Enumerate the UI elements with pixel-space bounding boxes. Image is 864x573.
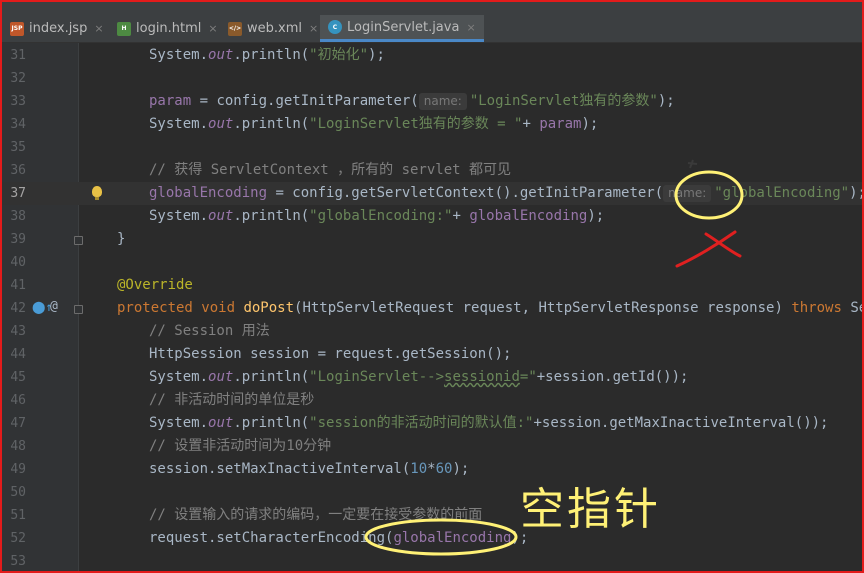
code-line: 36 // 获得 ServletContext ，所有的 servlet 都可见 xyxy=(2,159,862,182)
code-text: System.out.println("session的非活动时间的默认值:"+… xyxy=(149,415,829,431)
code-line: 42 ⬤↑ @ protected void doPost(HttpServle… xyxy=(2,297,862,320)
annotation-label: 空指针 xyxy=(520,484,661,535)
code-line: 44 HttpSession session = request.getSess… xyxy=(2,343,862,366)
close-icon[interactable]: × xyxy=(208,22,217,35)
code-line: 52 request.setCharacterEncoding(globalEn… xyxy=(2,527,862,550)
java-class-icon: C xyxy=(328,20,342,34)
lightbulb-icon[interactable] xyxy=(92,186,102,200)
line-number: 47 xyxy=(10,416,26,431)
line-number: 46 xyxy=(10,393,26,408)
code-text: HttpSession session = request.getSession… xyxy=(149,346,512,362)
code-line: 41 @Override xyxy=(2,274,862,297)
line-number: 53 xyxy=(10,554,26,569)
code-line: 47 System.out.println("session的非活动时间的默认值… xyxy=(2,412,862,435)
close-icon[interactable]: × xyxy=(466,21,475,34)
code-line: 38 System.out.println("globalEncoding:"+… xyxy=(2,205,862,228)
code-line: 50 xyxy=(2,481,862,504)
code-line: 51 // 设置输入的请求的编码，一定要在接受参数的前面 xyxy=(2,504,862,527)
line-number: 50 xyxy=(10,485,26,500)
close-icon[interactable]: × xyxy=(94,22,103,35)
line-number: 42 xyxy=(10,301,26,316)
code-text: System.out.println("LoginServlet独有的参数 = … xyxy=(149,116,599,132)
editor-tab-bar: JSP index.jsp × H login.html × </> web.x… xyxy=(2,2,862,43)
code-line: 39 } xyxy=(2,228,862,251)
line-number: 36 xyxy=(10,163,26,178)
code-text: globalEncoding = config.getServletContex… xyxy=(149,185,862,202)
code-line: 40 xyxy=(2,251,862,274)
line-number: 41 xyxy=(10,278,26,293)
line-number: 37 xyxy=(10,186,26,201)
code-line: 33 param = config.getInitParameter(name:… xyxy=(2,90,862,113)
code-line: 53 xyxy=(2,550,862,571)
code-editor[interactable]: 31 System.out.println("初始化"); 32 33 para… xyxy=(2,43,862,571)
ide-window: JSP index.jsp × H login.html × </> web.x… xyxy=(0,0,864,573)
code-text: protected void doPost(HttpServletRequest… xyxy=(117,300,862,316)
close-icon[interactable]: × xyxy=(309,22,318,35)
code-comment: // 设置非活动时间为10分钟 xyxy=(149,438,332,454)
fold-icon[interactable] xyxy=(74,236,83,245)
line-number: 44 xyxy=(10,347,26,362)
code-line: 48 // 设置非活动时间为10分钟 xyxy=(2,435,862,458)
fold-icon[interactable] xyxy=(74,305,83,314)
code-comment: // 获得 ServletContext ，所有的 servlet 都可见 xyxy=(149,162,512,178)
line-number: 52 xyxy=(10,531,26,546)
tab-loginservlet-java[interactable]: C LoginServlet.java × xyxy=(320,15,484,42)
code-line: 35 xyxy=(2,136,862,159)
xml-file-icon: </> xyxy=(228,21,242,36)
code-text: System.out.println("LoginServlet-->sessi… xyxy=(149,369,689,385)
code-text: param = config.getInitParameter(name: "Lo… xyxy=(149,93,675,110)
tab-web-xml[interactable]: </> web.xml × xyxy=(228,15,318,42)
line-number: 51 xyxy=(10,508,26,523)
line-number: 35 xyxy=(10,140,26,155)
code-line-current: 37 globalEncoding = config.getServletCon… xyxy=(2,182,862,205)
tab-label: LoginServlet.java xyxy=(347,19,460,35)
line-number: 45 xyxy=(10,370,26,385)
html-file-icon: H xyxy=(117,21,131,36)
code-text: request.setCharacterEncoding(globalEncod… xyxy=(149,530,529,546)
tab-label: index.jsp xyxy=(29,21,88,36)
code-line: 31 System.out.println("初始化"); xyxy=(2,44,862,67)
jsp-file-icon: JSP xyxy=(10,21,24,36)
code-line: 49 session.setMaxInactiveInterval(10*60)… xyxy=(2,458,862,481)
line-number: 32 xyxy=(10,71,26,86)
parameter-hint: name: xyxy=(418,93,467,110)
code-line: 46 // 非活动时间的单位是秒 xyxy=(2,389,862,412)
parameter-hint: name: xyxy=(663,185,712,202)
code-annotation: @Override xyxy=(117,277,193,293)
annotation-gutter-icon[interactable]: @ xyxy=(50,299,58,314)
line-number: 39 xyxy=(10,232,26,247)
code-text: session.setMaxInactiveInterval(10*60); xyxy=(149,461,470,477)
code-line: 43 // Session 用法 xyxy=(2,320,862,343)
tab-label: login.html xyxy=(136,21,202,36)
code-line: 34 System.out.println("LoginServlet独有的参数… xyxy=(2,113,862,136)
code-comment: // 非活动时间的单位是秒 xyxy=(149,392,315,408)
code-text: System.out.println("初始化"); xyxy=(149,47,385,63)
tab-login-html[interactable]: H login.html × xyxy=(117,15,218,42)
line-number: 34 xyxy=(10,117,26,132)
code-comment: // Session 用法 xyxy=(149,323,270,339)
line-number: 48 xyxy=(10,439,26,454)
code-line: 32 xyxy=(2,67,862,90)
line-number: 31 xyxy=(10,48,26,63)
tab-label: web.xml xyxy=(247,21,302,36)
line-number: 33 xyxy=(10,94,26,109)
code-text: System.out.println("globalEncoding:"+ gl… xyxy=(149,208,605,224)
line-number: 49 xyxy=(10,462,26,477)
code-line: 45 System.out.println("LoginServlet-->se… xyxy=(2,366,862,389)
code-comment: // 设置输入的请求的编码，一定要在接受参数的前面 xyxy=(149,507,483,523)
code-text: } xyxy=(117,231,126,247)
line-number: 43 xyxy=(10,324,26,339)
line-number: 38 xyxy=(10,209,26,224)
line-number: 40 xyxy=(10,255,26,270)
tab-index-jsp[interactable]: JSP index.jsp × xyxy=(10,15,104,42)
